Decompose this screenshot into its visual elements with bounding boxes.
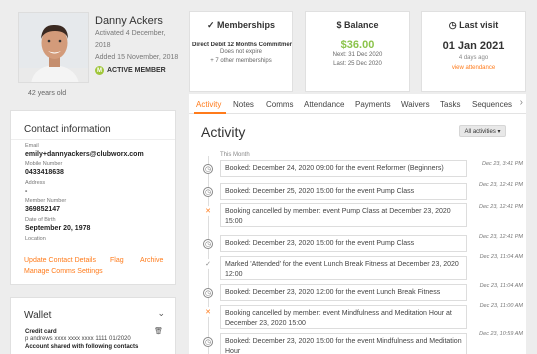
activity-text: Booking cancelled by member: event Mindf… xyxy=(220,305,467,329)
tab-payments[interactable]: Payments xyxy=(355,100,391,109)
clock-icon: ◷ xyxy=(203,164,213,174)
cancel-icon: ✕ xyxy=(203,206,213,216)
status-badge: M ACTIVE MEMBER xyxy=(95,66,180,75)
avatar[interactable] xyxy=(18,12,89,83)
tab-bar: Activity Notes Comms Attendance Payments… xyxy=(189,94,526,114)
credit-card-label: Credit card xyxy=(25,329,57,335)
address-field: Address - xyxy=(25,179,175,196)
mobile-label: Mobile Number xyxy=(25,161,63,167)
activity-time: Dec 23, 10:59 AM xyxy=(479,331,523,337)
divider xyxy=(11,139,175,140)
activity-panel: Activity Notes Comms Attendance Payments… xyxy=(189,94,526,354)
tab-notes[interactable]: Notes xyxy=(233,100,254,109)
address-label: Address xyxy=(25,180,46,186)
activity-time: Dec 23, 12:41 PM xyxy=(478,182,523,188)
activity-time: Dec 23, 3:41 PM xyxy=(482,161,523,167)
dob-value: September 20, 1978 xyxy=(25,225,91,232)
added-date: Added 15 November, 2018 xyxy=(95,54,179,61)
member-number-label: Member Number xyxy=(25,198,67,204)
cancel-icon: ✕ xyxy=(203,307,213,317)
dob-field: Date of Birth September 20, 1978 xyxy=(25,216,175,233)
balance-card[interactable]: $ Balance $36.00 Next: 31 Dec 2020 Last:… xyxy=(305,11,410,92)
member-number-field: Member Number 369852147 xyxy=(25,197,175,214)
member-number-value: 369852147 xyxy=(25,206,61,213)
activity-title: Activity xyxy=(201,124,246,140)
membership-expiry: Does not expire xyxy=(219,49,263,55)
timeline-line xyxy=(208,156,209,354)
clock-icon: ◷ xyxy=(203,187,213,197)
activity-time: Dec 23, 12:41 PM xyxy=(478,234,523,240)
check-icon: ✓ xyxy=(203,259,213,269)
dollar-icon: $ xyxy=(336,20,342,30)
last-payment: Last: 25 Dec 2020 xyxy=(333,61,382,67)
mobile-value[interactable]: 0433418638 xyxy=(25,168,175,177)
tab-attendance[interactable]: Attendance xyxy=(304,100,344,109)
update-contact-details-link[interactable]: Update Contact Details xyxy=(24,257,96,264)
email-value[interactable]: emily+dannyackers@clubworx.com xyxy=(25,150,175,159)
clock-icon: ◷ xyxy=(203,337,213,347)
flag-link[interactable]: Flag xyxy=(110,257,124,264)
activity-text: Booked: December 23, 2020 12:00 for the … xyxy=(220,284,467,301)
tab-tasks[interactable]: Tasks xyxy=(440,100,460,109)
manage-comms-settings-link[interactable]: Manage Comms Settings xyxy=(24,268,103,275)
contact-info-title: Contact information xyxy=(24,124,111,135)
activity-time: Dec 23, 11:04 AM xyxy=(479,254,523,260)
clock-icon: ◷ xyxy=(448,20,457,30)
tab-sequences[interactable]: Sequences xyxy=(472,100,512,109)
trash-icon[interactable]: 🗑 xyxy=(154,327,163,335)
member-name: Danny Ackers xyxy=(95,15,163,27)
activity-text: Booked: December 23, 2020 15:00 for the … xyxy=(220,333,467,354)
activity-text: Booked: December 23, 2020 15:00 for the … xyxy=(220,235,467,252)
check-icon: ✓ xyxy=(206,20,215,30)
chevron-right-icon[interactable]: › xyxy=(520,97,523,108)
chevron-down-icon[interactable]: ⌄ xyxy=(157,308,165,319)
activity-filter-dropdown[interactable]: All activities ▾ xyxy=(459,125,506,137)
member-status-icon: M xyxy=(95,66,104,75)
view-attendance-link[interactable]: view attendance xyxy=(422,65,525,71)
clock-icon: ◷ xyxy=(203,288,213,298)
last-visit-title: Last visit xyxy=(459,20,499,30)
tab-waivers[interactable]: Waivers xyxy=(401,100,430,109)
active-tab-indicator xyxy=(194,112,226,114)
credit-card-detail: p andrews xxxx xxxx xxxx 1111 01/2020 xyxy=(25,336,131,342)
clock-icon: ◷ xyxy=(203,239,213,249)
activity-text: Booking cancelled by member: event Pump … xyxy=(220,203,467,227)
contact-info-card: Contact information Email emily+dannyack… xyxy=(10,110,176,285)
last-visit-card: ◷ Last visit 01 Jan 2021 4 days ago view… xyxy=(421,11,526,92)
address-value: - xyxy=(25,188,28,195)
tab-comms[interactable]: Comms xyxy=(266,100,294,109)
activated-date: Activated 4 December, 2018 xyxy=(95,30,166,49)
last-visit-ago: 4 days ago xyxy=(458,55,489,61)
activity-time: Dec 23, 12:41 PM xyxy=(478,204,523,210)
email-label: Email xyxy=(25,143,39,149)
balance-title: Balance xyxy=(344,20,379,30)
next-payment: Next: 31 Dec 2020 xyxy=(332,52,383,58)
wallet-title: Wallet xyxy=(24,310,52,321)
memberships-card[interactable]: ✓ Memberships Direct Debit 12 Months Com… xyxy=(189,11,293,92)
month-label: This Month xyxy=(220,152,250,158)
last-visit-date: 01 Jan 2021 xyxy=(442,40,505,52)
mobile-field: Mobile Number 0433418638 xyxy=(25,160,175,177)
location-label: Location xyxy=(25,236,46,242)
wallet-card: Wallet ⌄ Credit card 🗑 p andrews xxxx xx… xyxy=(10,297,176,354)
profile-card: Danny Ackers Activated 4 December, 2018 … xyxy=(10,10,178,97)
tab-activity[interactable]: Activity xyxy=(196,100,221,109)
archive-link[interactable]: Archive xyxy=(140,257,163,264)
dob-label: Date of Birth xyxy=(25,217,56,223)
activity-time: Dec 23, 11:04 AM xyxy=(479,283,523,289)
activity-text: Booked: December 24, 2020 09:00 for the … xyxy=(220,160,467,177)
shared-account-label: Account shared with following contacts xyxy=(25,344,139,350)
member-age: 42 years old xyxy=(28,90,67,97)
activity-time: Dec 23, 11:00 AM xyxy=(479,303,523,309)
other-memberships-link[interactable]: + 7 other memberships xyxy=(190,57,292,66)
activity-text: Booked: December 25, 2020 15:00 for the … xyxy=(220,183,467,200)
status-label: ACTIVE MEMBER xyxy=(107,67,166,74)
location-field: Location xyxy=(25,235,175,243)
balance-amount: $36.00 xyxy=(340,39,375,51)
email-field: Email emily+dannyackers@clubworx.com xyxy=(25,142,175,159)
activity-text: Marked 'Attended' for the event Lunch Br… xyxy=(220,256,467,280)
memberships-title: Memberships xyxy=(217,20,276,30)
